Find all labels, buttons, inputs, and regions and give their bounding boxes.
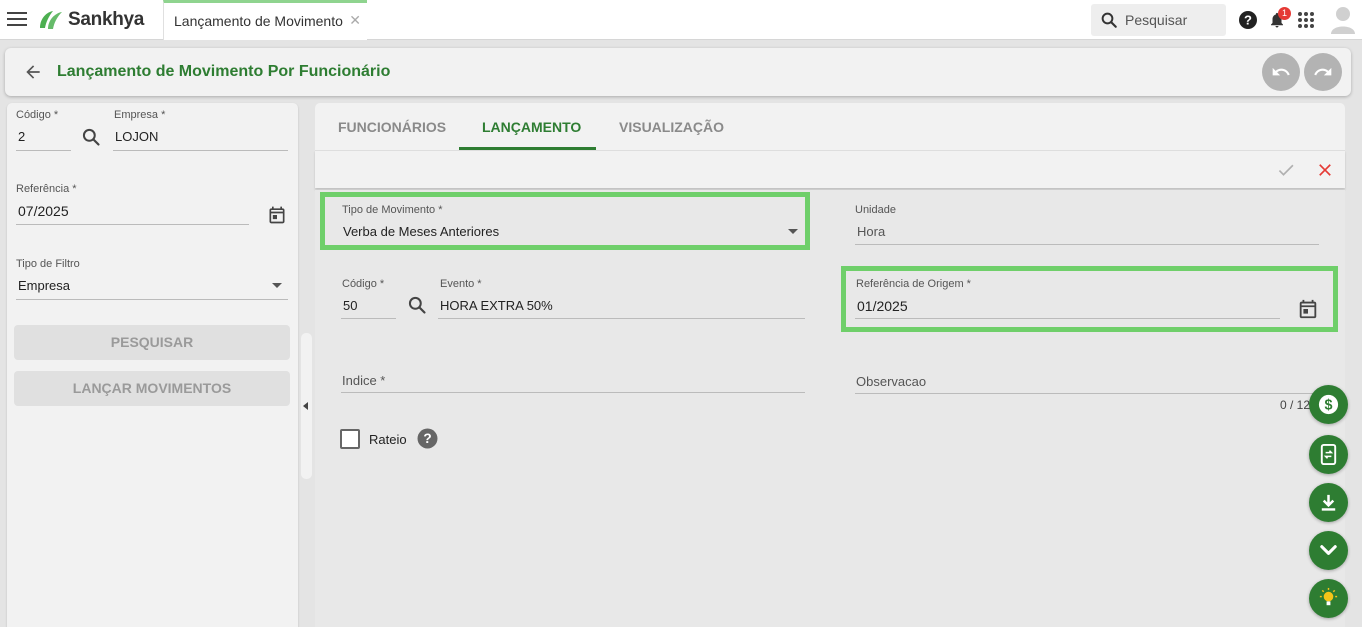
evento-codigo-label: Código *	[342, 278, 385, 290]
referencia-underline	[16, 224, 249, 225]
logo-leaf-icon	[40, 11, 62, 29]
indice-field[interactable]	[341, 392, 805, 393]
tab-label: Lançamento de Movimento	[174, 13, 343, 29]
chevron-down-icon[interactable]	[272, 283, 282, 288]
brand-name: Sankhya	[68, 9, 145, 30]
lancamento-form	[315, 190, 1345, 627]
referencia-origem-highlight	[841, 266, 1338, 332]
collapse-left-icon[interactable]	[303, 402, 308, 410]
sankhya-logo[interactable]: Sankhya	[37, 8, 144, 32]
undo-icon	[1272, 67, 1290, 76]
apps-grid-icon[interactable]	[1297, 11, 1315, 29]
chevron-down-icon[interactable]	[788, 229, 798, 234]
referencia-label: Referência *	[16, 183, 77, 195]
referencia-field[interactable]: 07/2025	[18, 203, 69, 219]
evento-field[interactable]: HORA EXTRA 50%	[440, 298, 553, 313]
referencia-origem-field[interactable]: 01/2025	[857, 298, 908, 314]
filter-panel: Código * 2 Empresa * LOJON Referência * …	[7, 103, 298, 627]
tipo-movimento-label: Tipo de Movimento *	[342, 204, 443, 216]
evento-codigo-field[interactable]: 50	[343, 298, 357, 313]
tab-visualizacao[interactable]: VISUALIZAÇÃO	[619, 119, 724, 135]
page-header: Lançamento de Movimento Por Funcionário	[5, 48, 1351, 96]
unidade-field: Hora	[857, 224, 886, 239]
form-action-bar	[315, 150, 1345, 188]
unidade-underline	[855, 244, 1319, 245]
lightbulb-icon	[1319, 587, 1338, 606]
empresa-underline	[113, 150, 288, 151]
dollar-icon: $	[1318, 394, 1339, 415]
tab-bar: FUNCIONÁRIOS LANÇAMENTO VISUALIZAÇÃO	[315, 103, 1345, 150]
tipo-filtro-select[interactable]: Empresa	[18, 278, 70, 293]
transfer-document-button[interactable]	[1309, 435, 1348, 474]
lancar-movimentos-button[interactable]: LANÇAR MOVIMENTOS	[14, 371, 290, 406]
tipo-movimento-select[interactable]: Verba de Meses Anteriores	[343, 224, 499, 239]
referencia-origem-label: Referência de Origem *	[856, 278, 971, 290]
codigo-underline	[16, 150, 71, 151]
rateio-label: Rateio	[369, 432, 407, 447]
top-bar: Sankhya Lançamento de Movimento ✕ ? 1	[0, 0, 1362, 40]
indice-label: Indice *	[342, 373, 386, 388]
tipo-movimento-highlight	[320, 192, 810, 250]
empresa-field[interactable]: LOJON	[115, 129, 158, 144]
svg-text:?: ?	[1244, 13, 1252, 28]
chevron-down-icon	[1320, 545, 1337, 555]
observacao-field[interactable]	[855, 393, 1325, 394]
ideas-button[interactable]	[1309, 579, 1348, 618]
tipo-filtro-underline	[16, 299, 288, 300]
tab-lancamento-movimento[interactable]: Lançamento de Movimento ✕	[163, 0, 367, 40]
calendar-icon[interactable]	[267, 205, 287, 225]
codigo-field[interactable]: 2	[18, 129, 25, 144]
redo-icon	[1314, 67, 1332, 76]
document-transfer-icon	[1320, 443, 1337, 466]
evento-search-icon[interactable]	[407, 295, 427, 315]
search-input[interactable]	[1125, 10, 1220, 30]
global-search[interactable]	[1091, 4, 1226, 36]
pesquisar-button[interactable]: PESQUISAR	[14, 325, 290, 360]
observacao-char-counter: 0 / 12	[1280, 398, 1311, 412]
undo-button[interactable]	[1262, 53, 1300, 91]
rateio-checkbox[interactable]	[340, 429, 360, 449]
codigo-search-icon[interactable]	[81, 127, 101, 147]
confirm-check-icon[interactable]	[1276, 160, 1296, 180]
observacao-label: Observacao	[856, 374, 927, 389]
search-icon	[1101, 12, 1117, 28]
calendar-icon[interactable]	[1297, 298, 1319, 320]
rateio-help-icon[interactable]: ?	[417, 428, 438, 449]
close-icon[interactable]: ✕	[349, 12, 361, 29]
download-icon	[1321, 494, 1336, 511]
page-title: Lançamento de Movimento Por Funcionário	[57, 63, 391, 80]
codigo-label: Código *	[16, 109, 59, 121]
tab-lancamento[interactable]: LANÇAMENTO	[482, 119, 581, 135]
empresa-label: Empresa *	[114, 109, 166, 121]
evento-codigo-underline	[341, 318, 396, 319]
redo-button[interactable]	[1304, 53, 1342, 91]
back-arrow-icon[interactable]	[23, 62, 43, 82]
evento-underline	[438, 318, 805, 319]
hamburger-menu-icon[interactable]	[7, 12, 27, 28]
financeiro-button[interactable]: $	[1309, 385, 1348, 424]
download-button[interactable]	[1309, 483, 1348, 522]
user-avatar-icon[interactable]	[1331, 6, 1355, 34]
evento-label: Evento *	[440, 278, 482, 290]
tipo-filtro-label: Tipo de Filtro	[16, 258, 80, 270]
cancel-close-icon[interactable]	[1315, 160, 1335, 180]
notification-badge: 1	[1278, 7, 1291, 20]
svg-text:?: ?	[423, 431, 431, 446]
unidade-label: Unidade	[855, 204, 896, 216]
expand-more-button[interactable]	[1309, 531, 1348, 570]
tab-funcionarios[interactable]: FUNCIONÁRIOS	[338, 119, 446, 135]
svg-text:$: $	[1325, 397, 1333, 413]
referencia-origem-underline	[855, 318, 1280, 319]
help-icon[interactable]: ?	[1238, 10, 1258, 30]
